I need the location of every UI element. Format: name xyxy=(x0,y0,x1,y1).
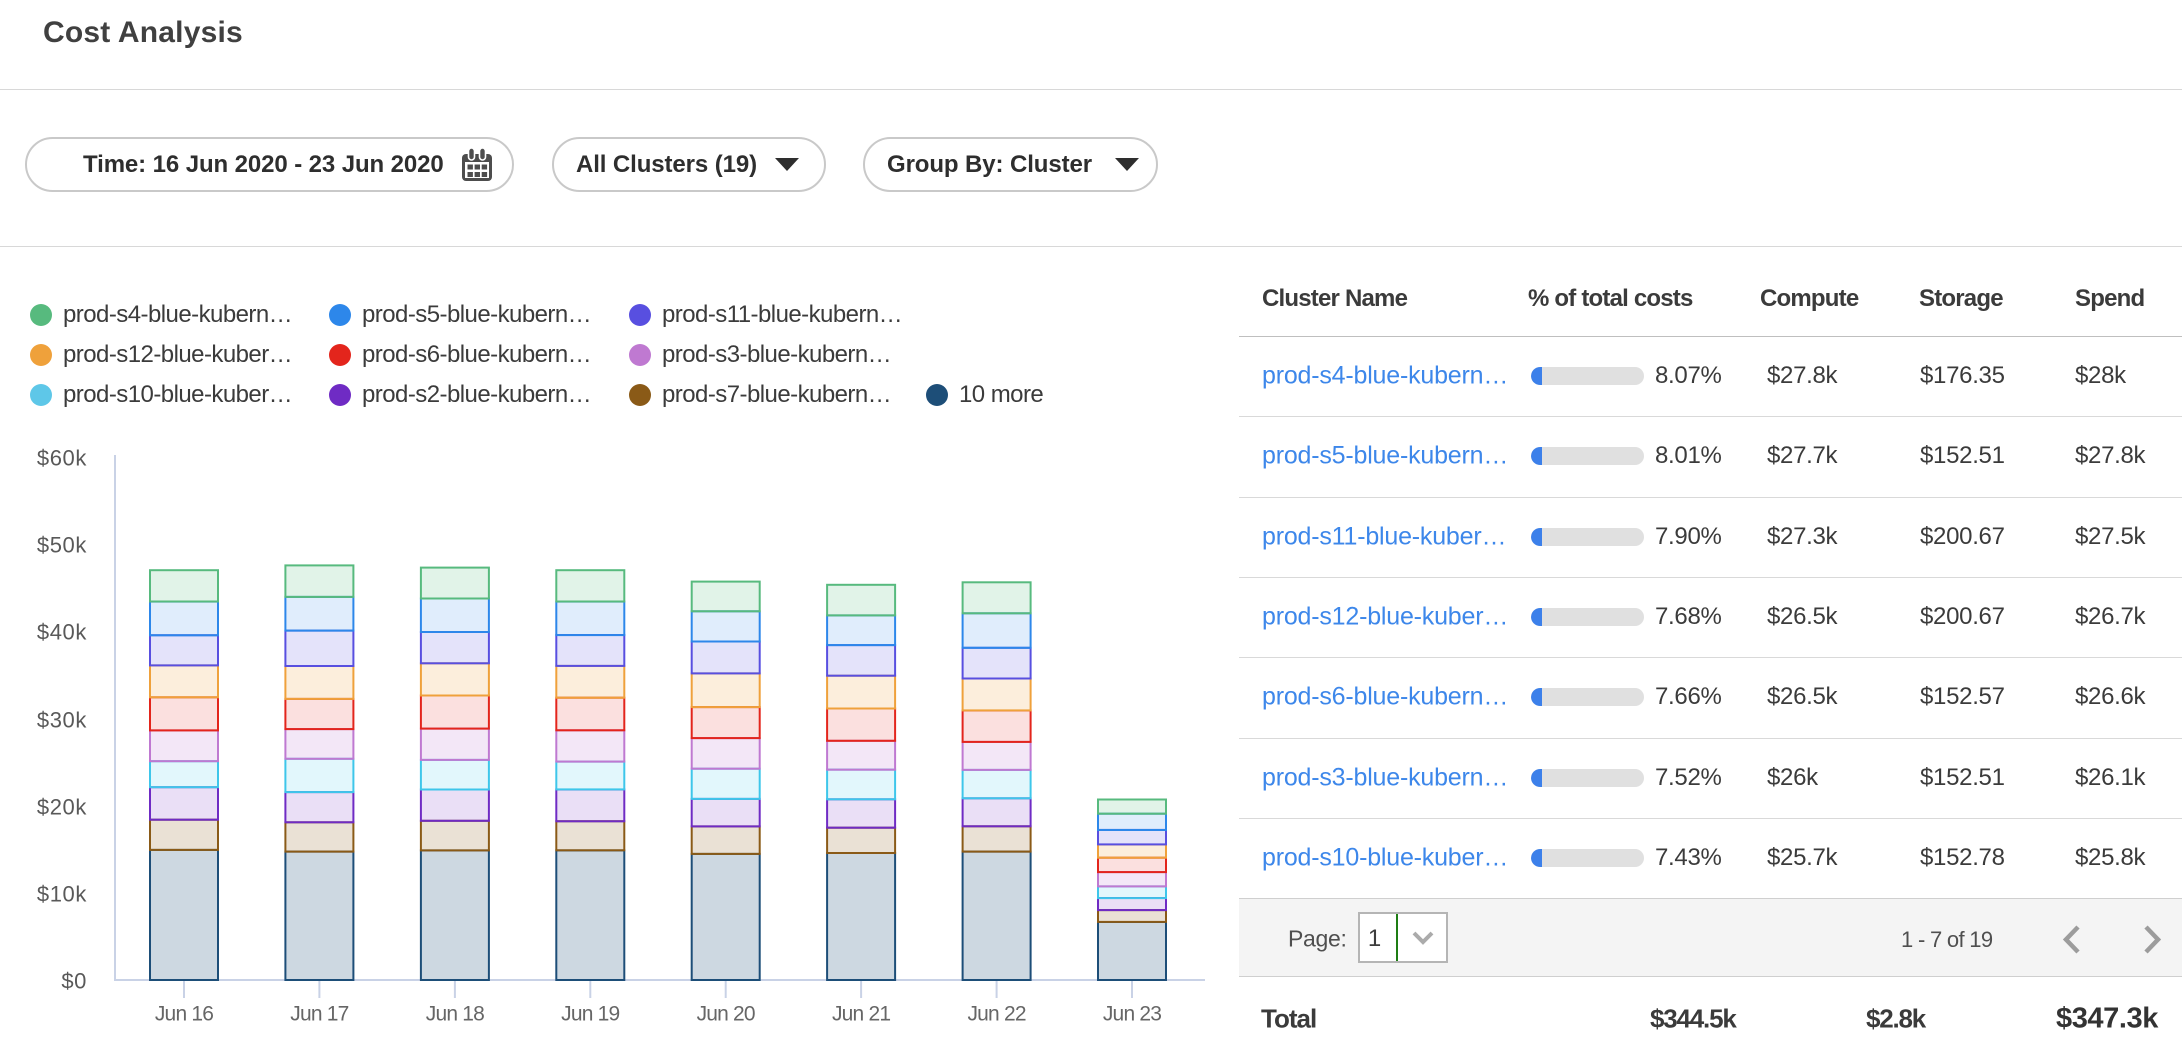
svg-text:Jun 23: Jun 23 xyxy=(1103,1003,1161,1026)
svg-text:Jun 17: Jun 17 xyxy=(290,1003,348,1026)
svg-text:Jun 20: Jun 20 xyxy=(697,1003,755,1026)
svg-text:$30k: $30k xyxy=(37,708,88,733)
svg-text:Jun 19: Jun 19 xyxy=(561,1003,619,1026)
svg-text:$10k: $10k xyxy=(37,882,88,907)
svg-text:Jun 21: Jun 21 xyxy=(832,1003,890,1026)
svg-text:$60k: $60k xyxy=(37,446,88,471)
svg-text:$50k: $50k xyxy=(37,533,88,558)
svg-text:$20k: $20k xyxy=(37,795,88,820)
svg-text:Jun 16: Jun 16 xyxy=(155,1003,213,1026)
svg-text:$40k: $40k xyxy=(37,620,88,645)
svg-text:Jun 22: Jun 22 xyxy=(967,1003,1025,1026)
svg-text:Jun 18: Jun 18 xyxy=(426,1003,484,1026)
svg-text:$0: $0 xyxy=(61,969,87,994)
